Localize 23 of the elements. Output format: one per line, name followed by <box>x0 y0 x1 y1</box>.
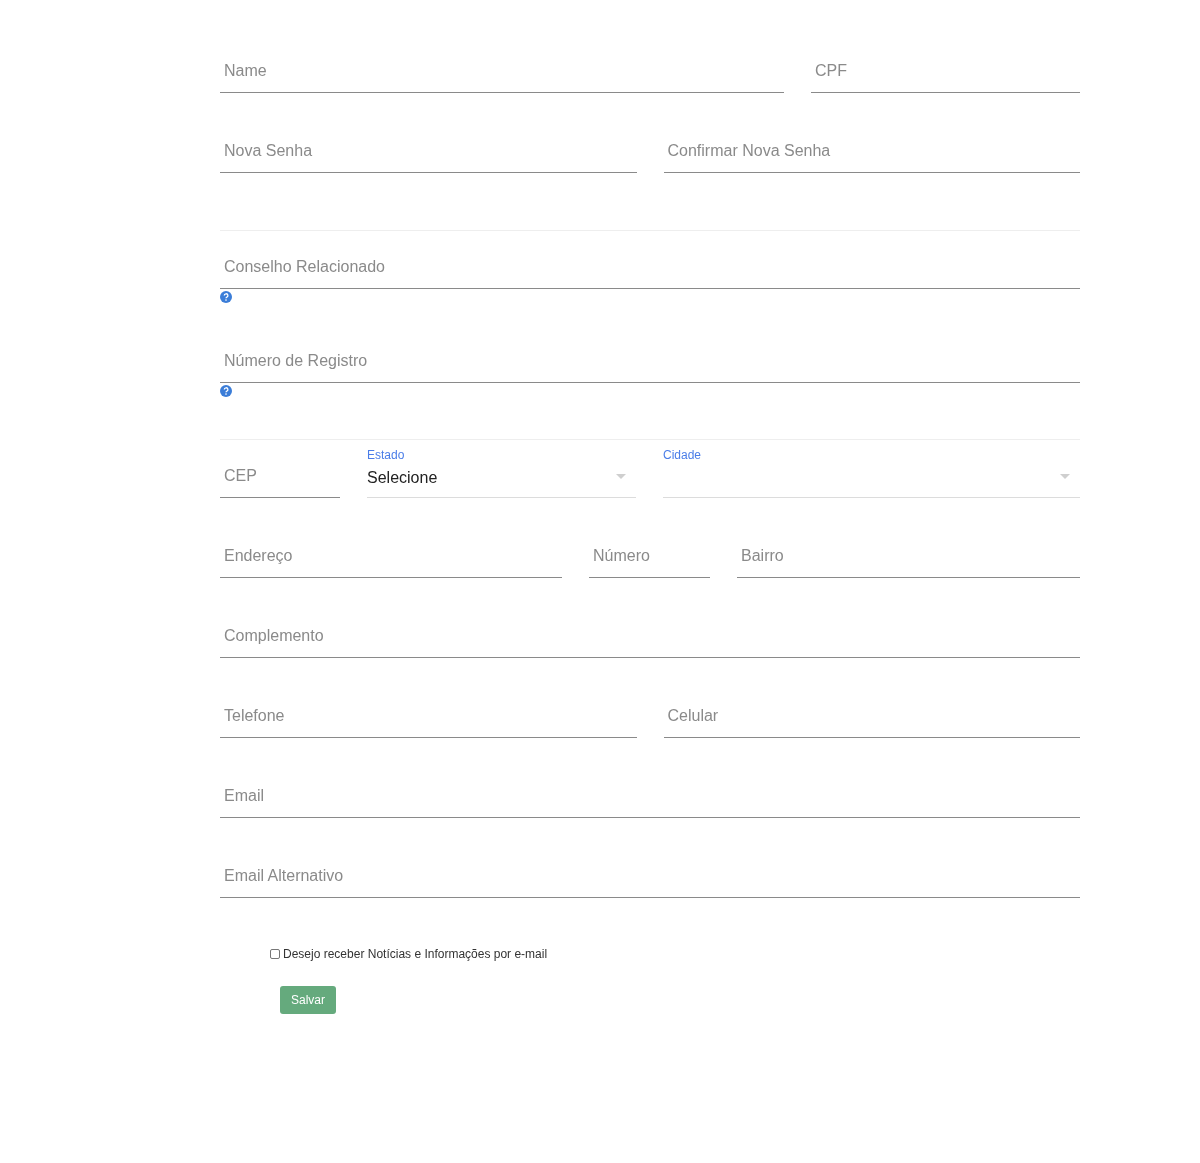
checkbox-label: Desejo receber Notícias e Informações por e-mail <box>283 947 548 961</box>
text-field[interactable]: Número <box>589 534 710 578</box>
text-field[interactable]: CPF <box>811 49 1080 93</box>
save-button[interactable]: Salvar <box>280 986 336 1014</box>
text-field[interactable]: Telefone <box>220 694 637 738</box>
text-field[interactable]: Name <box>220 49 784 93</box>
caret-icon <box>1060 474 1070 479</box>
help-icon[interactable] <box>220 291 232 303</box>
text-field[interactable]: Celular <box>663 694 1080 738</box>
text-field[interactable]: CEP <box>220 454 340 498</box>
text-field[interactable]: Número de Registro <box>220 339 1080 383</box>
text-field[interactable]: Email Alternativo <box>220 854 1080 898</box>
text-field[interactable]: Endereço <box>220 534 562 578</box>
dropdown-value: Selecione <box>367 469 438 487</box>
text-field[interactable]: Nova Senha <box>220 129 637 173</box>
text-field[interactable]: Confirmar Nova Senha <box>663 129 1080 173</box>
text-field[interactable]: Conselho Relacionado <box>220 245 1080 289</box>
text-field[interactable]: Bairro <box>737 534 1080 578</box>
text-field[interactable]: Complemento <box>220 614 1080 658</box>
text-field[interactable]: Email <box>220 774 1080 818</box>
help-icon[interactable] <box>220 385 232 397</box>
caret-icon <box>616 474 626 479</box>
checkbox[interactable] <box>270 949 280 959</box>
